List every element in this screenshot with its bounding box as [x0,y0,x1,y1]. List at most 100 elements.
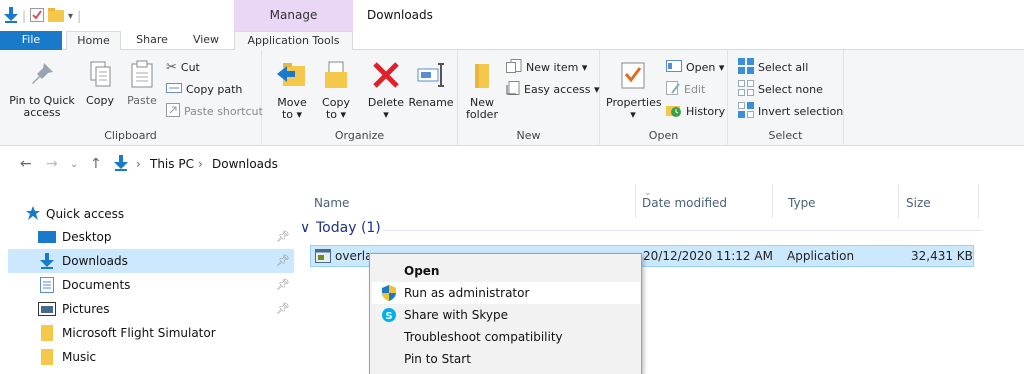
file-date: 20/12/2020 11:12 AM [643,249,773,263]
nav-item-label: Downloads [62,254,128,268]
cut-button[interactable]: ✂ Cut [166,58,200,76]
properties-check-icon[interactable] [30,7,45,25]
nav-item-label: Pictures [62,302,110,316]
move-to-label-2: to ▾ [281,108,303,121]
title-bar: | ▾ | Manage Downloads [0,0,1024,31]
ribbon: Pin to Quick access Copy Paste ✂ Cut Cop… [0,50,1024,146]
easy-access-label: Easy access ▾ [524,82,600,96]
rename-icon [408,60,454,93]
new-item-button[interactable]: New item ▾ [506,58,587,76]
copy-to-label-2: to ▾ [325,108,347,121]
pin-to-quick-access-button[interactable]: Pin to Quick access [6,60,78,119]
column-divider[interactable] [772,184,773,218]
select-none-icon [738,79,754,99]
navigation-pane: Quick access Desktop 📌︎ Downloads 📌︎ Doc… [0,196,298,374]
select-all-button[interactable]: Select all [738,57,809,76]
column-type[interactable]: Type [788,196,816,210]
forward-arrow-icon[interactable]: → [46,156,58,172]
copy-to-button[interactable]: Copy to ▾ [316,60,356,121]
address-row: ← → ⌄ ↑ › This PC › Downloads [0,152,1024,178]
back-arrow-icon[interactable]: ← [20,156,32,172]
rename-button[interactable]: Rename [408,60,454,109]
pin-icon[interactable]: 📌︎ [276,278,290,291]
menu-item-label: Open [404,264,440,278]
menu-item-label: Run as administrator [404,286,530,300]
column-divider[interactable] [978,184,979,218]
column-date-modified[interactable]: Date modified [642,196,727,210]
recent-locations-icon[interactable]: ⌄ [70,159,78,170]
tab-application-tools[interactable]: Application Tools [234,31,353,51]
easy-access-button[interactable]: Easy access ▾ [506,80,600,98]
nav-quick-access-label: Quick access [46,207,125,221]
nav-item-downloads[interactable]: Downloads 📌︎ [8,249,294,273]
breadcrumb-this-pc[interactable]: This PC [150,157,194,171]
menu-item-share-with-skype[interactable]: S Share with Skype [372,304,640,326]
paste-shortcut-button[interactable]: Paste shortcut [166,102,263,120]
open-label: Open ▾ [686,60,725,74]
tab-home[interactable]: Home [66,31,121,51]
paste-icon [124,60,160,91]
down-arrow-icon[interactable] [4,6,18,26]
nav-item-desktop[interactable]: Desktop 📌︎ [8,225,294,249]
invert-selection-button[interactable]: Invert selection [738,101,844,120]
application-icon [315,248,331,267]
open-group: Properties ▾ Open ▾ Edit History Open [600,50,728,146]
column-divider[interactable] [635,184,636,218]
clipboard-group: Pin to Quick access Copy Paste ✂ Cut Cop… [0,50,263,146]
open-button[interactable]: Open ▾ [666,58,724,76]
nav-quick-access[interactable]: Quick access [8,202,294,226]
pin-icon[interactable]: 📌︎ [276,254,290,267]
pin-icon[interactable]: 📌︎ [276,302,290,315]
group-chevron-icon: ∨ [300,220,311,236]
edit-label: Edit [684,82,706,96]
history-button[interactable]: History [666,102,725,120]
column-name[interactable]: Name [314,196,349,210]
pin-label-2: access [23,106,61,119]
uac-shield-icon [378,285,400,301]
nav-item-documents[interactable]: Documents 📌︎ [8,273,294,297]
tab-file[interactable]: File [0,31,62,50]
downloads-icon [38,253,56,269]
nav-item-microsoft-flight-simulator[interactable]: Microsoft Flight Simulator [8,321,294,345]
nav-item-pictures[interactable]: Pictures 📌︎ [8,297,294,321]
nav-item-label: Desktop [62,230,112,244]
menu-item-open[interactable]: Open [372,260,640,282]
copy-path-button[interactable]: Copy path [166,80,242,98]
nav-item-music[interactable]: Music [8,345,294,369]
pin-icon[interactable]: 📌︎ [276,230,290,243]
menu-item-label: Pin to Start [404,352,471,366]
invert-selection-label: Invert selection [758,104,844,118]
folder-icon [38,349,56,365]
new-folder-qat-icon[interactable] [48,7,65,25]
tab-share[interactable]: Share [126,31,178,50]
window-title: Downloads [367,8,433,22]
copy-button[interactable]: Copy [82,60,118,107]
file-type: Application [787,249,855,263]
clipboard-group-label: Clipboard [104,129,157,142]
move-to-button[interactable]: Move to ▾ [272,60,312,121]
skype-icon: S [378,308,400,322]
tab-view[interactable]: View [182,31,230,50]
customize-qat-icon[interactable]: ▾ [68,11,73,22]
group-header-today[interactable]: ∨ Today (1) [298,220,998,240]
column-divider[interactable] [898,184,899,218]
select-all-label: Select all [758,60,809,74]
up-arrow-icon[interactable]: ↑ [90,156,102,172]
new-folder-label-2: folder [466,108,498,121]
move-to-icon [272,60,312,93]
select-none-button[interactable]: Select none [738,79,823,99]
manage-label: Manage [269,8,318,22]
paste-button[interactable]: Paste [124,60,160,107]
new-folder-icon [464,60,500,93]
nav-item-label: Documents [62,278,131,292]
column-size[interactable]: Size [906,196,931,210]
properties-button[interactable]: Properties ▾ [606,60,662,121]
edit-button[interactable]: Edit [666,80,705,98]
menu-item-pin-to-start[interactable]: Pin to Start [372,348,640,370]
delete-button[interactable]: Delete ▾ [364,60,408,121]
menu-item-troubleshoot-compatibility[interactable]: Troubleshoot compatibility [372,326,640,348]
group-title: Today (1) [316,220,381,236]
new-folder-button[interactable]: New folder [464,60,500,121]
breadcrumb-downloads[interactable]: Downloads [212,157,278,171]
menu-item-run-as-administrator[interactable]: Run as administrator [372,282,640,304]
